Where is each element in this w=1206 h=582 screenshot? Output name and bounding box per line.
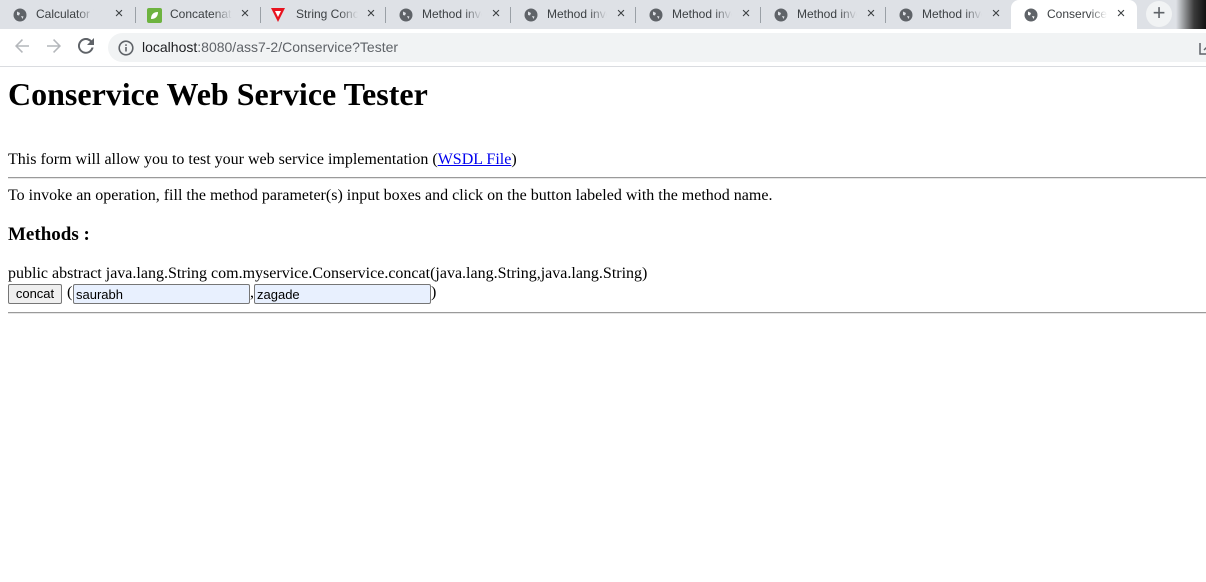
globe-icon bbox=[1023, 7, 1039, 23]
tab-strip: Calculator Web Service × Concatenation ×… bbox=[0, 0, 1206, 29]
divider bbox=[8, 177, 1206, 179]
arrow-right-icon bbox=[46, 38, 62, 59]
globe-icon bbox=[523, 7, 539, 23]
wsdl-link[interactable]: WSDL File bbox=[438, 151, 512, 168]
tab-method-invocation[interactable]: Method invocation × bbox=[886, 0, 1011, 29]
tab-calculator[interactable]: Calculator Web Service × bbox=[0, 0, 136, 29]
param1-input[interactable] bbox=[73, 284, 250, 304]
tab-title: Conservice Web Service Tester bbox=[1047, 7, 1107, 21]
close-icon[interactable]: × bbox=[236, 5, 254, 23]
tab-title: Method invocation bbox=[922, 7, 982, 21]
method-signature: public abstract java.lang.String com.mys… bbox=[8, 265, 648, 282]
back-button[interactable] bbox=[9, 35, 35, 61]
close-icon[interactable]: × bbox=[362, 5, 380, 23]
tab-title: Calculator Web Service bbox=[36, 7, 94, 21]
intro-paragraph: This form will allow you to test your we… bbox=[8, 150, 517, 170]
red-triangle-icon bbox=[270, 7, 286, 23]
green-leaf-icon bbox=[146, 7, 162, 23]
instructions-text: To invoke an operation, fill the method … bbox=[8, 187, 773, 204]
address-bar[interactable]: localhost:8080/ass7-2/Conservice?Tester bbox=[108, 33, 1206, 62]
globe-icon bbox=[12, 7, 28, 23]
close-icon[interactable]: × bbox=[862, 5, 880, 23]
tab-conservice-active[interactable]: Conservice Web Service Tester × bbox=[1011, 0, 1137, 29]
close-icon[interactable]: × bbox=[612, 5, 630, 23]
tab-strip-edge bbox=[1176, 0, 1206, 29]
globe-icon bbox=[773, 7, 789, 23]
close-paren: ) bbox=[431, 284, 437, 301]
tab-title: Method invocation bbox=[547, 7, 607, 21]
url-host: localhost bbox=[142, 39, 198, 55]
info-icon[interactable] bbox=[118, 40, 134, 56]
divider bbox=[8, 312, 1206, 314]
open-paren: ( bbox=[67, 284, 73, 301]
reload-icon bbox=[77, 37, 94, 59]
tab-method-invocation[interactable]: Method invocation × bbox=[386, 0, 511, 29]
tab-method-invocation[interactable]: Method invocation × bbox=[761, 0, 886, 29]
param2-input[interactable] bbox=[254, 284, 431, 304]
globe-icon bbox=[898, 7, 914, 23]
browser-toolbar: localhost:8080/ass7-2/Conservice?Tester bbox=[0, 29, 1206, 67]
tab-title: Concatenation bbox=[170, 7, 232, 21]
close-icon[interactable]: × bbox=[737, 5, 755, 23]
tab-title: Method invocation bbox=[422, 7, 482, 21]
tab-concatenation[interactable]: Concatenation × bbox=[136, 0, 261, 29]
concat-button[interactable]: concat bbox=[8, 284, 62, 304]
forward-button[interactable] bbox=[41, 35, 67, 61]
close-icon[interactable]: × bbox=[110, 5, 128, 23]
intro-close: ) bbox=[511, 151, 517, 168]
tab-title: String Concatenation bbox=[296, 7, 358, 21]
tab-method-invocation[interactable]: Method invocation × bbox=[511, 0, 636, 29]
tab-method-invocation[interactable]: Method invocation × bbox=[636, 0, 761, 29]
tab-string-concatenation[interactable]: String Concatenation × bbox=[261, 0, 386, 29]
new-tab-button[interactable]: + bbox=[1146, 1, 1172, 27]
close-icon[interactable]: × bbox=[987, 5, 1005, 23]
page-content: Conservice Web Service Tester This form … bbox=[0, 67, 1206, 582]
reload-button[interactable] bbox=[73, 35, 99, 61]
url-text[interactable]: localhost:8080/ass7-2/Conservice?Tester bbox=[142, 39, 398, 56]
page-title: Conservice Web Service Tester bbox=[8, 76, 428, 112]
globe-icon bbox=[648, 7, 664, 23]
globe-icon bbox=[398, 7, 414, 23]
close-icon[interactable]: × bbox=[1112, 5, 1130, 23]
close-icon[interactable]: × bbox=[487, 5, 505, 23]
tab-title: Method invocation bbox=[797, 7, 857, 21]
tab-title: Method invocation bbox=[672, 7, 732, 21]
arrow-left-icon bbox=[14, 38, 30, 59]
url-path: :8080/ass7-2/Conservice?Tester bbox=[197, 39, 399, 55]
intro-text: This form will allow you to test your we… bbox=[8, 151, 438, 168]
share-icon[interactable] bbox=[1198, 40, 1206, 56]
methods-heading: Methods : bbox=[8, 224, 90, 245]
